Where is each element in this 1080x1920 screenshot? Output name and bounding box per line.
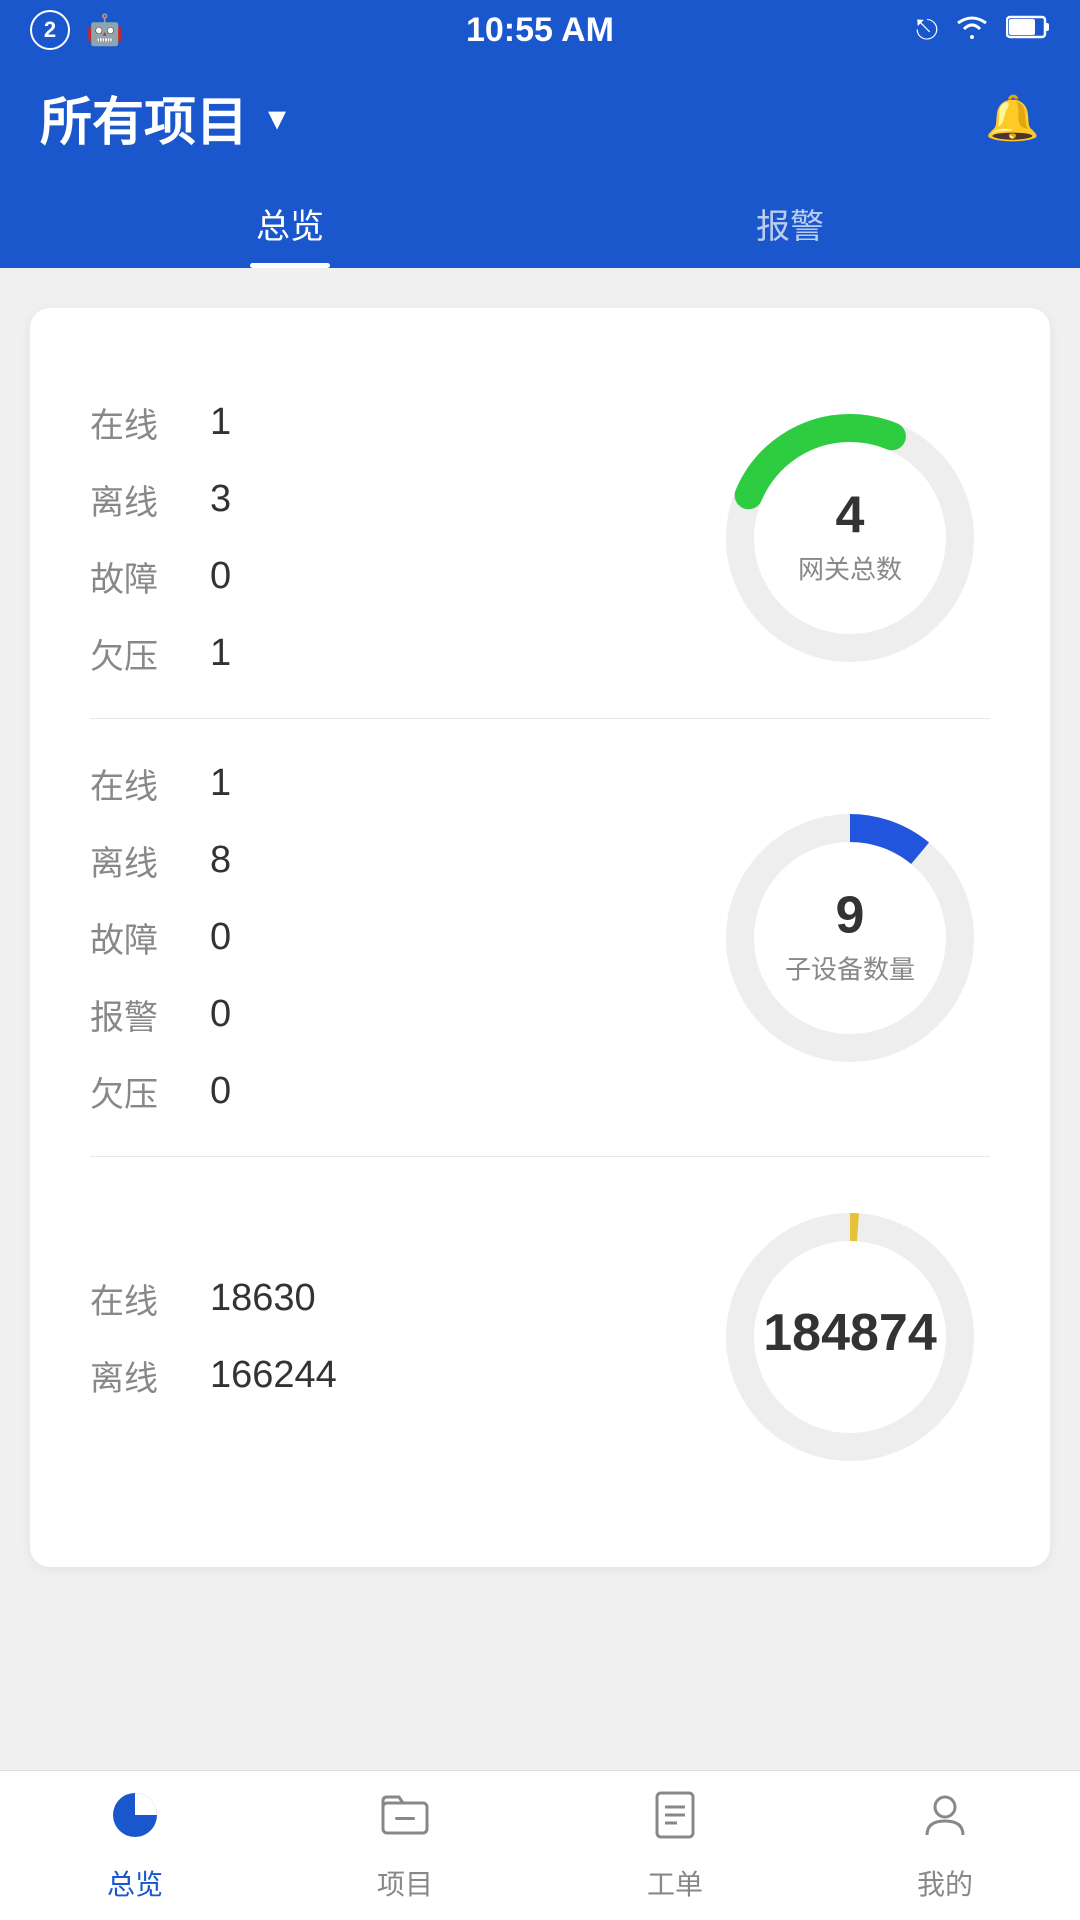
gateway-donut-center: 4 网关总数 [798, 490, 902, 587]
gateway-section: 在线 1 离线 3 故障 0 欠压 1 [90, 358, 990, 718]
meter-section: 在线 18630 离线 166244 184874 [90, 1156, 990, 1517]
nav-label-mine: 我的 [917, 1863, 973, 1903]
main-content: 在线 1 离线 3 故障 0 欠压 1 [0, 268, 1080, 1838]
android-icon: 🤖 [86, 13, 123, 48]
stat-row: 离线 3 [90, 475, 231, 524]
nav-overview[interactable]: 总览 [0, 1789, 270, 1903]
stat-label-offline1: 离线 [90, 475, 170, 524]
status-left: 2 🤖 [30, 10, 123, 50]
stat-label-fault2: 故障 [90, 913, 170, 962]
meter-donut: 184874 [710, 1197, 990, 1477]
header: 所有项目 ▾ 🔔 总览 报警 [0, 60, 1080, 268]
stat-value-offline1: 3 [210, 478, 231, 521]
stat-row: 离线 166244 [90, 1351, 337, 1400]
nav-mine[interactable]: 我的 [810, 1789, 1080, 1903]
gateway-total: 4 [798, 490, 902, 542]
battery-icon [1006, 14, 1050, 47]
meter-total: 184874 [763, 1307, 937, 1359]
subdevice-label: 子设备数量 [785, 949, 915, 986]
stat-value-online2: 1 [210, 762, 231, 805]
subdevice-section: 在线 1 离线 8 故障 0 报警 0 欠压 0 [90, 718, 990, 1156]
stat-value-fault1: 0 [210, 555, 231, 598]
title-group[interactable]: 所有项目 ▾ [40, 80, 286, 155]
nav-label-workorder: 工单 [647, 1863, 703, 1903]
doc-icon [649, 1789, 701, 1853]
stat-row: 故障 0 [90, 913, 231, 962]
stat-label-offline2: 离线 [90, 836, 170, 885]
tab-overview[interactable]: 总览 [40, 179, 540, 268]
subdevice-donut: 9 子设备数量 [710, 798, 990, 1078]
wifi-icon [954, 13, 990, 48]
meter-stats: 在线 18630 离线 166244 [90, 1274, 337, 1400]
stat-value-online3: 18630 [210, 1277, 316, 1320]
stat-label-offline3: 离线 [90, 1351, 170, 1400]
bottom-nav: 总览 项目 工单 我的 [0, 1770, 1080, 1920]
meter-donut-center: 184874 [763, 1307, 937, 1367]
stat-label-online1: 在线 [90, 398, 170, 447]
stat-value-online1: 1 [210, 401, 231, 444]
stat-label-online2: 在线 [90, 759, 170, 808]
stat-row: 欠压 0 [90, 1067, 231, 1116]
person-icon [919, 1789, 971, 1853]
nav-workorder[interactable]: 工单 [540, 1789, 810, 1903]
stat-label-alarm2: 报警 [90, 990, 170, 1039]
stat-row: 在线 1 [90, 398, 231, 447]
subdevice-stats: 在线 1 离线 8 故障 0 报警 0 欠压 0 [90, 759, 231, 1116]
stat-row: 在线 18630 [90, 1274, 337, 1323]
stat-value-alarm2: 0 [210, 993, 231, 1036]
nav-label-overview: 总览 [107, 1863, 163, 1903]
stat-value-fault2: 0 [210, 916, 231, 959]
subdevice-donut-center: 9 子设备数量 [785, 889, 915, 986]
stat-label-online3: 在线 [90, 1274, 170, 1323]
header-title-row: 所有项目 ▾ 🔔 [40, 80, 1040, 179]
status-time: 10:55 AM [466, 11, 614, 50]
gateway-stats: 在线 1 离线 3 故障 0 欠压 1 [90, 398, 231, 678]
notification-badge: 2 [30, 10, 70, 50]
stat-label-undervolt2: 欠压 [90, 1067, 170, 1116]
page-title: 所有项目 [40, 80, 248, 155]
gateway-label: 网关总数 [798, 550, 902, 587]
stat-value-undervolt1: 1 [210, 632, 231, 675]
gateway-donut: 4 网关总数 [710, 398, 990, 678]
dropdown-icon[interactable]: ▾ [268, 97, 286, 139]
status-bar: 2 🤖 10:55 AM ⎋ [0, 0, 1080, 60]
status-right: ⎋ [916, 13, 1050, 48]
summary-card: 在线 1 离线 3 故障 0 欠压 1 [30, 308, 1050, 1567]
stat-label-undervolt1: 欠压 [90, 629, 170, 678]
folder-icon [379, 1789, 431, 1853]
stat-row: 离线 8 [90, 836, 231, 885]
bell-icon[interactable]: 🔔 [985, 92, 1040, 144]
nav-project[interactable]: 项目 [270, 1789, 540, 1903]
bluetooth-icon: ⎋ [916, 14, 938, 47]
stat-row: 在线 1 [90, 759, 231, 808]
stat-row: 报警 0 [90, 990, 231, 1039]
tab-alarm[interactable]: 报警 [540, 179, 1040, 268]
stat-label-fault1: 故障 [90, 552, 170, 601]
stat-row: 欠压 1 [90, 629, 231, 678]
subdevice-total: 9 [785, 889, 915, 941]
nav-label-project: 项目 [377, 1863, 433, 1903]
tab-bar: 总览 报警 [40, 179, 1040, 268]
stat-row: 故障 0 [90, 552, 231, 601]
stat-value-undervolt2: 0 [210, 1070, 231, 1113]
stat-value-offline3: 166244 [210, 1354, 337, 1397]
pie-icon [109, 1789, 161, 1853]
stat-value-offline2: 8 [210, 839, 231, 882]
